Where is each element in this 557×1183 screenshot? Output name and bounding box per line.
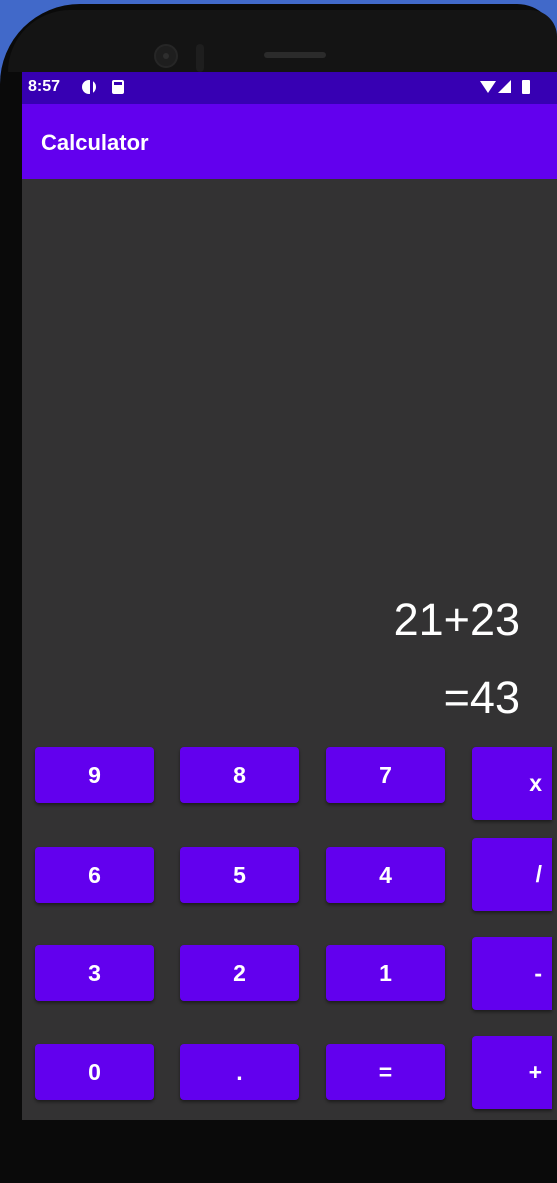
expression-display: 21+23	[393, 594, 520, 645]
app-title: Calculator	[41, 130, 149, 155]
wifi-icon	[480, 81, 496, 93]
multiply-button[interactable]: x	[472, 747, 552, 820]
earpiece-speaker	[264, 52, 326, 58]
digit-7-button[interactable]: 7	[326, 747, 445, 803]
status-time: 8:57	[28, 78, 61, 95]
digit-2-button[interactable]: 2	[180, 945, 299, 1001]
digit-1-button[interactable]: 1	[326, 945, 445, 1001]
app-bar: Calculator	[22, 104, 557, 179]
digit-5-button[interactable]: 5	[180, 847, 299, 903]
decimal-point-button[interactable]: .	[180, 1044, 299, 1100]
result-display: =43	[443, 672, 520, 723]
digit-0-button[interactable]: 0	[35, 1044, 154, 1100]
divide-button[interactable]: /	[472, 838, 552, 911]
signal-icon	[498, 80, 511, 93]
digit-4-button[interactable]: 4	[326, 847, 445, 903]
digit-3-button[interactable]: 3	[35, 945, 154, 1001]
battery-icon	[522, 80, 530, 94]
phone-top-bezel	[8, 10, 557, 72]
equals-button[interactable]: =	[326, 1044, 445, 1100]
data-saver-icon	[82, 80, 96, 94]
phone-bottom-bezel	[0, 1120, 557, 1183]
phone-screen: 8:57 Calculator 21+23 =43 9 8 7 x 6 5 4 …	[22, 72, 557, 1120]
digit-6-button[interactable]: 6	[35, 847, 154, 903]
add-button[interactable]: +	[472, 1036, 552, 1109]
front-camera	[154, 44, 178, 68]
subtract-button[interactable]: -	[472, 937, 552, 1010]
status-bar: 8:57	[22, 72, 557, 104]
sd-card-icon	[112, 80, 124, 94]
proximity-sensor	[196, 44, 204, 72]
digit-8-button[interactable]: 8	[180, 747, 299, 803]
digit-9-button[interactable]: 9	[35, 747, 154, 803]
